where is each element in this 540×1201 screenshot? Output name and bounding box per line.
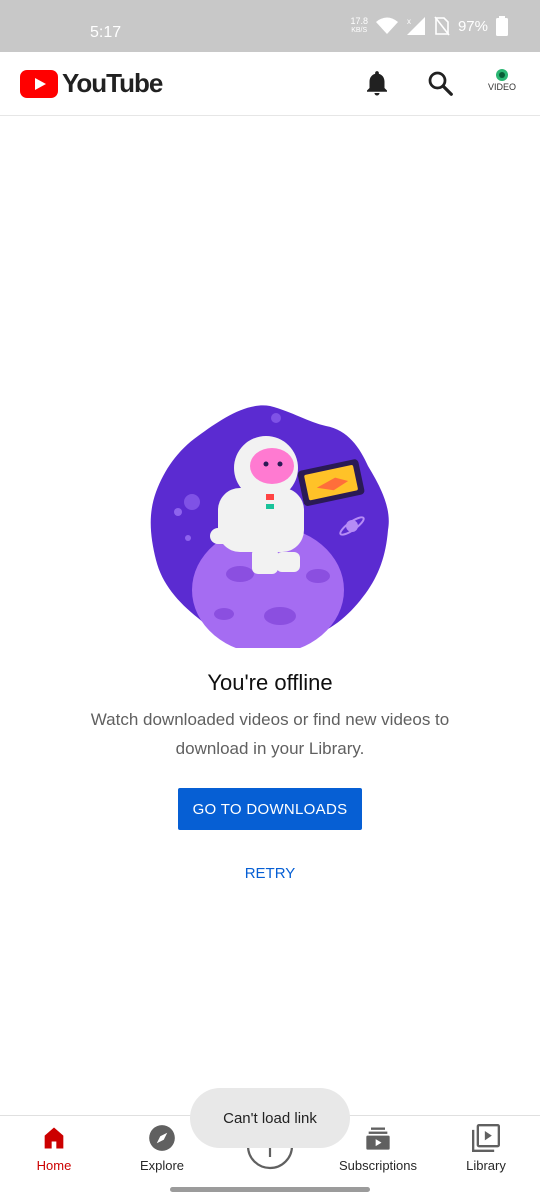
retry-button[interactable]: RETRY bbox=[230, 858, 310, 888]
offline-astronaut-illustration bbox=[150, 405, 389, 648]
compass-icon bbox=[149, 1125, 175, 1151]
avatar-label: VIDEO bbox=[487, 82, 516, 92]
youtube-logo-text: YouTube bbox=[62, 68, 163, 98]
search-button[interactable] bbox=[425, 68, 455, 98]
nav-item-home[interactable]: Home bbox=[0, 1124, 108, 1173]
youtube-logo[interactable]: YouTube bbox=[20, 68, 163, 99]
nav-home-label: Home bbox=[36, 1158, 72, 1173]
status-icons: 17.8 KB/S x 97% bbox=[350, 16, 508, 36]
go-to-downloads-button[interactable]: GO TO DOWNLOADS bbox=[178, 788, 362, 830]
network-speed-value: 17.8 bbox=[350, 16, 368, 26]
battery-icon bbox=[496, 16, 508, 36]
offline-description: Watch downloaded videos or find new vide… bbox=[90, 710, 450, 758]
subscriptions-icon bbox=[366, 1127, 390, 1150]
nav-library-label: Library bbox=[466, 1158, 506, 1173]
network-speed: 17.8 KB/S bbox=[350, 17, 368, 35]
network-speed-unit: KB/S bbox=[351, 27, 368, 34]
library-icon bbox=[472, 1124, 500, 1152]
account-avatar[interactable]: VIDEO bbox=[487, 68, 517, 100]
svg-text:x: x bbox=[407, 17, 411, 26]
toast-message: Can't load link bbox=[190, 1088, 350, 1148]
no-sim-icon bbox=[434, 16, 450, 36]
search-icon bbox=[428, 71, 453, 96]
battery-percentage: 97% bbox=[457, 17, 488, 35]
nav-item-library[interactable]: Library bbox=[432, 1124, 540, 1173]
youtube-play-logo-icon bbox=[20, 69, 58, 98]
wifi-icon bbox=[375, 17, 398, 34]
cellular-signal-icon: x bbox=[406, 17, 425, 35]
status-time: 5:17 bbox=[90, 24, 122, 41]
home-indicator-bar[interactable] bbox=[170, 1187, 370, 1192]
nav-subscriptions-label: Subscriptions bbox=[338, 1158, 418, 1173]
notifications-button[interactable] bbox=[362, 68, 392, 98]
home-icon bbox=[44, 1127, 64, 1149]
status-bar: 5:17 17.8 KB/S x 97% bbox=[0, 0, 540, 52]
offline-title: You're offline bbox=[207, 670, 333, 695]
bell-icon bbox=[367, 71, 387, 96]
avatar-dot-icon bbox=[496, 69, 508, 81]
nav-explore-label: Explore bbox=[139, 1158, 185, 1173]
app-bar: YouTube bbox=[0, 52, 540, 116]
